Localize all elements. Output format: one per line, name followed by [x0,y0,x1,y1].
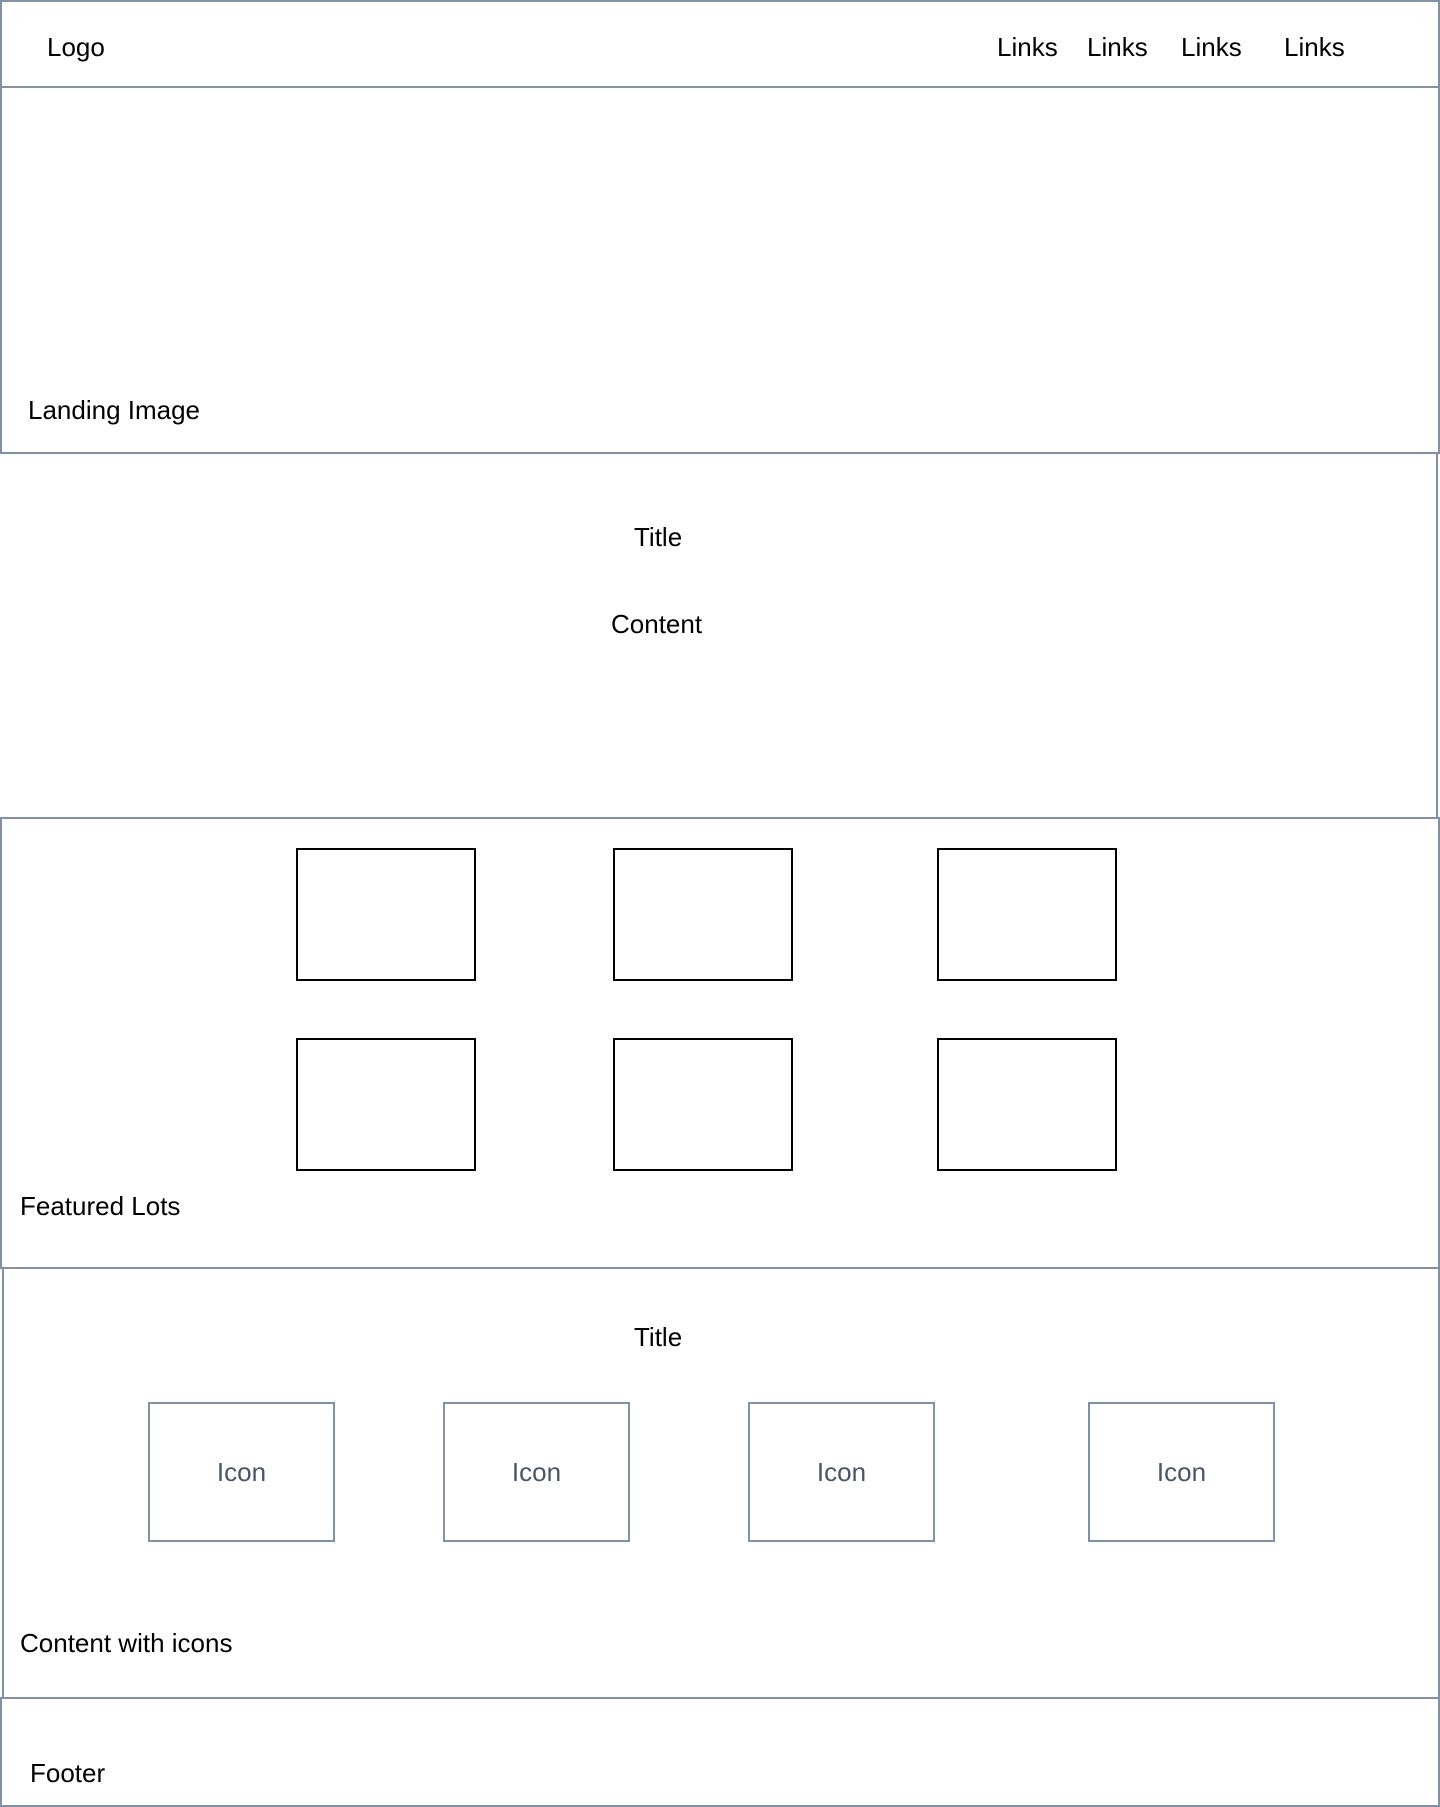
logo[interactable]: Logo [47,34,105,60]
featured-lot-card[interactable] [937,1038,1117,1171]
landing-image-section: Landing Image [0,86,1440,454]
icon-placeholder: Icon [748,1402,935,1542]
featured-lots-label: Featured Lots [20,1191,181,1221]
intro-section: Title Content [0,452,1438,819]
intro-title: Title [634,522,683,552]
featured-lot-card[interactable] [296,1038,476,1171]
footer-label: Footer [30,1758,106,1788]
nav-link-2[interactable]: Links [1087,34,1148,60]
icon-placeholder: Icon [148,1402,335,1542]
landing-image-label: Landing Image [28,395,201,425]
icons-section: Title Icon Icon Icon Icon Content with i… [2,1267,1440,1700]
featured-lots-section: Featured Lots [0,817,1440,1269]
icons-section-title: Title [634,1322,683,1352]
featured-lot-card[interactable] [296,848,476,981]
header-bar: Logo Links Links Links Links [0,0,1440,88]
nav-link-4[interactable]: Links [1284,34,1345,60]
nav-link-3[interactable]: Links [1181,34,1242,60]
featured-lot-card[interactable] [613,848,793,981]
footer: Footer [0,1697,1440,1807]
featured-lot-card[interactable] [613,1038,793,1171]
intro-content: Content [611,609,703,639]
icon-placeholder: Icon [1088,1402,1275,1542]
icons-section-label: Content with icons [20,1628,233,1658]
icon-placeholder: Icon [443,1402,630,1542]
nav-link-1[interactable]: Links [997,34,1058,60]
featured-lot-card[interactable] [937,848,1117,981]
